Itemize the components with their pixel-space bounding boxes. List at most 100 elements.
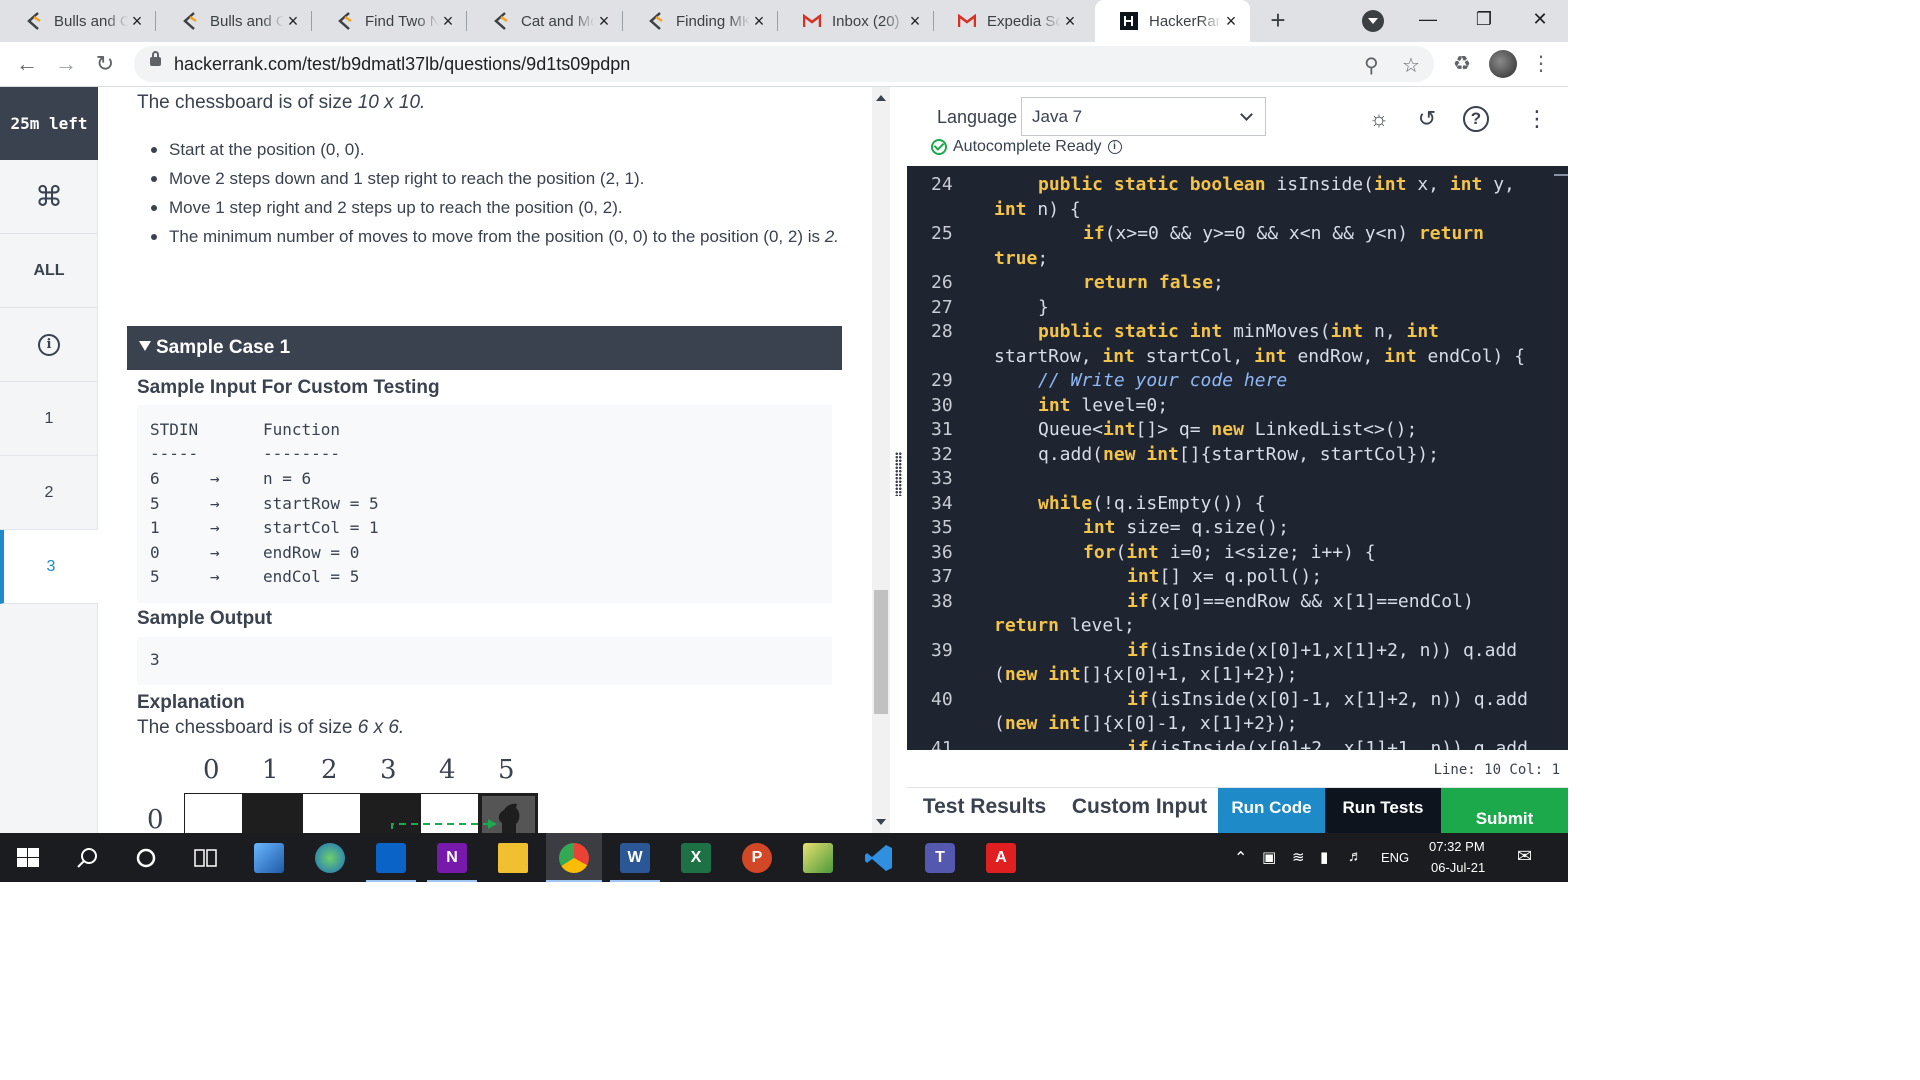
code-line[interactable]: int n) { [907,199,1547,223]
battery-icon[interactable]: ▮ [1320,848,1328,866]
code-editor[interactable]: 24 public static boolean isInside(int x, … [907,166,1568,750]
minimize-icon[interactable]: — [1400,0,1456,42]
close-window-icon[interactable]: ✕ [1512,0,1568,42]
browser-tab[interactable]: Bulls and Cows× [156,0,312,42]
volume-icon[interactable]: ♬ [1348,848,1363,865]
close-tab-icon[interactable]: × [595,11,613,32]
profile-avatar[interactable] [1489,50,1517,78]
code-line[interactable]: return level; [907,615,1547,639]
browser-tab[interactable]: Bulls and Cows× [0,0,156,42]
code-line[interactable]: 29 // Write your code here [907,370,1547,394]
code-line[interactable]: 41 if(isInside(x[0]+2, x[1]+1, n)) q.add [907,738,1547,751]
outlook-icon[interactable] [376,843,406,873]
teams-icon[interactable]: T [925,843,955,873]
browser-tab[interactable]: HackerRank× [1095,0,1250,42]
clock-date[interactable]: 06-Jul-21 [1431,860,1485,875]
code-line[interactable]: 38 if(x[0]==endRow && x[1]==endCol) [907,591,1547,615]
close-tab-icon[interactable]: × [284,11,302,32]
extensions-icon[interactable]: ♻ [1448,50,1476,78]
close-tab-icon[interactable]: × [1222,11,1240,32]
file-explorer-icon[interactable] [498,843,528,873]
windows-start-icon[interactable] [17,848,47,878]
new-tab-button[interactable]: + [1263,5,1293,35]
history-icon[interactable]: ↺ [1413,105,1441,133]
notifications-icon[interactable]: ✉ [1517,846,1532,867]
close-tab-icon[interactable]: × [128,11,146,32]
tray-chevron-icon[interactable]: ⌃ [1234,848,1247,868]
reload-icon[interactable]: ↻ [90,50,120,80]
help-icon[interactable]: ? [1463,106,1489,132]
question-3-button[interactable]: 3 [0,530,98,604]
code-line[interactable]: 27} [907,297,1547,321]
forward-icon[interactable]: → [51,50,81,80]
code-line[interactable]: true; [907,248,1547,272]
all-questions-button[interactable]: ALL [0,234,98,308]
close-tab-icon[interactable]: × [750,11,768,32]
run-code-button[interactable]: Run Code [1218,788,1325,833]
code-line[interactable]: 40 if(isInside(x[0]-1, x[1]+2, n)) q.add [907,689,1547,713]
excel-icon[interactable]: X [681,843,711,873]
task-view-icon[interactable] [194,847,224,877]
vscode-icon[interactable] [864,843,894,873]
browser-tab[interactable]: Expedia Software× [933,0,1089,42]
code-line[interactable]: (new int[]{x[0]-1, x[1]+2}); [907,713,1547,737]
onenote-icon[interactable]: N [437,843,467,873]
code-line[interactable]: 26 return false; [907,272,1547,296]
code-line[interactable]: 35 int size= q.size(); [907,517,1547,541]
close-tab-icon[interactable]: × [439,11,457,32]
code-line[interactable]: (new int[]{x[0]+1, x[1]+2}); [907,664,1547,688]
problem-scrollbar[interactable] [872,87,890,833]
code-line[interactable]: 36 for(int i=0; i<size; i++) { [907,542,1547,566]
back-icon[interactable]: ← [12,50,42,80]
bookmark-star-icon[interactable]: ☆ [1402,53,1420,78]
custom-input-tab[interactable]: Custom Input [1062,788,1217,833]
search-icon[interactable] [76,847,106,877]
scroll-up-icon[interactable] [876,95,886,101]
theme-sun-icon[interactable]: ☼ [1365,105,1393,133]
chrome-icon[interactable] [559,843,589,873]
editor-menu-icon[interactable]: ⋮ [1523,105,1551,133]
paint-app-icon[interactable] [803,843,833,873]
info-icon[interactable]: i [1107,140,1122,154]
code-line[interactable]: 37 int[] x= q.poll(); [907,566,1547,590]
code-line[interactable]: 33 [907,468,1547,492]
wifi-icon[interactable]: ≋ [1292,848,1305,866]
instructions-button[interactable]: i [0,308,98,382]
code-line[interactable]: 32 q.add(new int[]{startRow, startCol}); [907,444,1547,468]
code-line[interactable]: 30 int level=0; [907,395,1547,419]
editor-scrollbar[interactable] [1552,166,1568,750]
browser-menu-icon[interactable]: ⋮ [1527,50,1555,78]
editor-scrollbar-thumb[interactable] [1554,174,1568,176]
run-tests-button[interactable]: Run Tests [1325,788,1441,833]
pane-resize-handle[interactable] [890,87,907,833]
address-bar[interactable]: hackerrank.com/test/b9dmatl37lb/question… [134,46,1434,82]
submit-button[interactable]: Submit [1441,788,1568,833]
word-icon[interactable]: W [620,843,650,873]
tray-app-icon[interactable]: ▣ [1262,848,1276,866]
code-line[interactable]: 31 Queue<int[]> q= new LinkedList<>(); [907,419,1547,443]
browser-tab[interactable]: Find Two Non-overlapping× [311,0,467,42]
code-line[interactable]: startRow, int startCol, int endRow, int … [907,346,1547,370]
question-1-button[interactable]: 1 [0,382,98,456]
scroll-down-icon[interactable] [876,819,886,825]
browser-tab[interactable]: Inbox (20) - × [778,0,934,42]
address-url[interactable]: hackerrank.com/test/b9dmatl37lb/question… [174,54,630,75]
code-line[interactable]: 25 if(x>=0 && y>=0 && x<n && y<n) return [907,223,1547,247]
globe-app-icon[interactable] [315,843,345,873]
input-language[interactable]: ENG [1381,850,1409,865]
code-line[interactable]: 28 public static int minMoves(int n, int [907,321,1547,345]
sample-case-toggle[interactable]: Sample Case 1 [127,326,842,370]
powerpoint-icon[interactable]: P [742,843,772,873]
key-icon[interactable]: ⚲ [1364,53,1379,78]
browser-tab[interactable]: Finding MK Average× [622,0,778,42]
question-2-button[interactable]: 2 [0,456,98,530]
clock-time[interactable]: 07:32 PM [1429,839,1485,854]
browser-tab[interactable]: Cat and Mouse× [467,0,623,42]
language-select[interactable]: Java 7 [1021,97,1266,136]
code-line[interactable]: 24 public static boolean isInside(int x, … [907,174,1547,198]
test-results-tab[interactable]: Test Results [907,788,1062,833]
cortana-icon[interactable] [135,847,165,877]
code-line[interactable]: 39 if(isInside(x[0]+1,x[1]+2, n)) q.add [907,640,1547,664]
scrollbar-thumb[interactable] [874,590,888,714]
app-taskbar-icon[interactable] [254,843,284,873]
